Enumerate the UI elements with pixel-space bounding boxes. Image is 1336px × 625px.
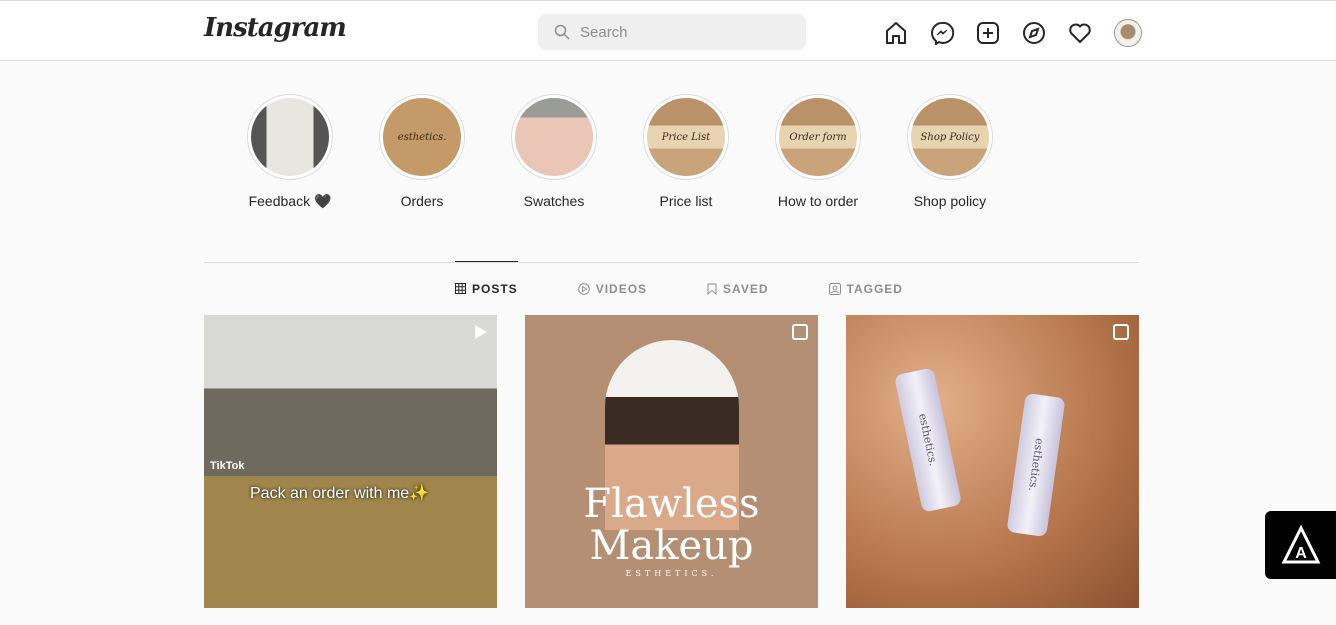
search-box[interactable] [538,14,806,50]
instagram-logo[interactable]: Instagram [204,13,347,43]
product-tube: esthetics. [1006,392,1066,538]
accessibility-widget-button[interactable]: A [1265,511,1336,579]
highlight-cover: Order form [779,98,857,176]
tiktok-watermark: TikTok [210,460,245,472]
highlight-swatches[interactable]: Swatches [510,94,598,210]
new-post-icon[interactable] [976,21,1000,45]
highlight-shop-policy[interactable]: Shop Policy Shop policy [906,94,994,210]
home-icon[interactable] [884,21,908,45]
highlight-price-list[interactable]: Price List Price list [642,94,730,210]
profile-tabs: POSTS VIDEOS SAVED TAGGED [455,261,903,315]
highlight-cover [515,98,593,176]
post-video[interactable]: TikTok Pack an order with me✨ [204,315,497,608]
activity-heart-icon[interactable] [1068,21,1092,45]
story-highlights: Feedback 🖤 esthetics. Orders Swatches Pri… [246,94,994,210]
tab-posts[interactable]: POSTS [455,261,518,315]
explore-icon[interactable] [1022,21,1046,45]
messenger-icon[interactable] [930,21,954,45]
highlight-cover: esthetics. [383,98,461,176]
reel-play-icon [475,325,487,339]
post-title-overlay: Flawless Makeup ESTHETICS. [583,481,760,578]
grid-icon [455,283,466,294]
search-input[interactable] [580,23,780,41]
highlight-cover: Price List [647,98,725,176]
svg-text:A: A [1295,545,1307,562]
carousel-icon [1113,324,1129,340]
product-tube: esthetics. [893,367,963,513]
accessibility-logo-icon: A [1281,525,1320,564]
profile-avatar[interactable] [1114,19,1142,47]
tab-saved[interactable]: SAVED [707,261,768,315]
post-carousel[interactable]: esthetics. esthetics. [846,315,1139,608]
tag-user-icon [828,282,841,295]
bookmark-icon [707,283,717,295]
tab-videos[interactable]: VIDEOS [577,261,647,315]
top-navigation-bar: Instagram [0,0,1336,61]
highlight-cover: Shop Policy [911,98,989,176]
post-caption-overlay: Pack an order with me✨ [250,485,430,502]
highlight-feedback[interactable]: Feedback 🖤 [246,94,334,210]
post-carousel[interactable]: Flawless Makeup ESTHETICS. [525,315,818,608]
search-icon [554,24,570,40]
carousel-icon [792,324,808,340]
post-grid: TikTok Pack an order with me✨ Flawless Ma… [204,315,1139,608]
highlight-orders[interactable]: esthetics. Orders [378,94,466,210]
highlight-how-to-order[interactable]: Order form How to order [774,94,862,210]
play-circle-icon [577,282,590,295]
highlight-cover [251,98,329,176]
tab-tagged[interactable]: TAGGED [828,261,903,315]
